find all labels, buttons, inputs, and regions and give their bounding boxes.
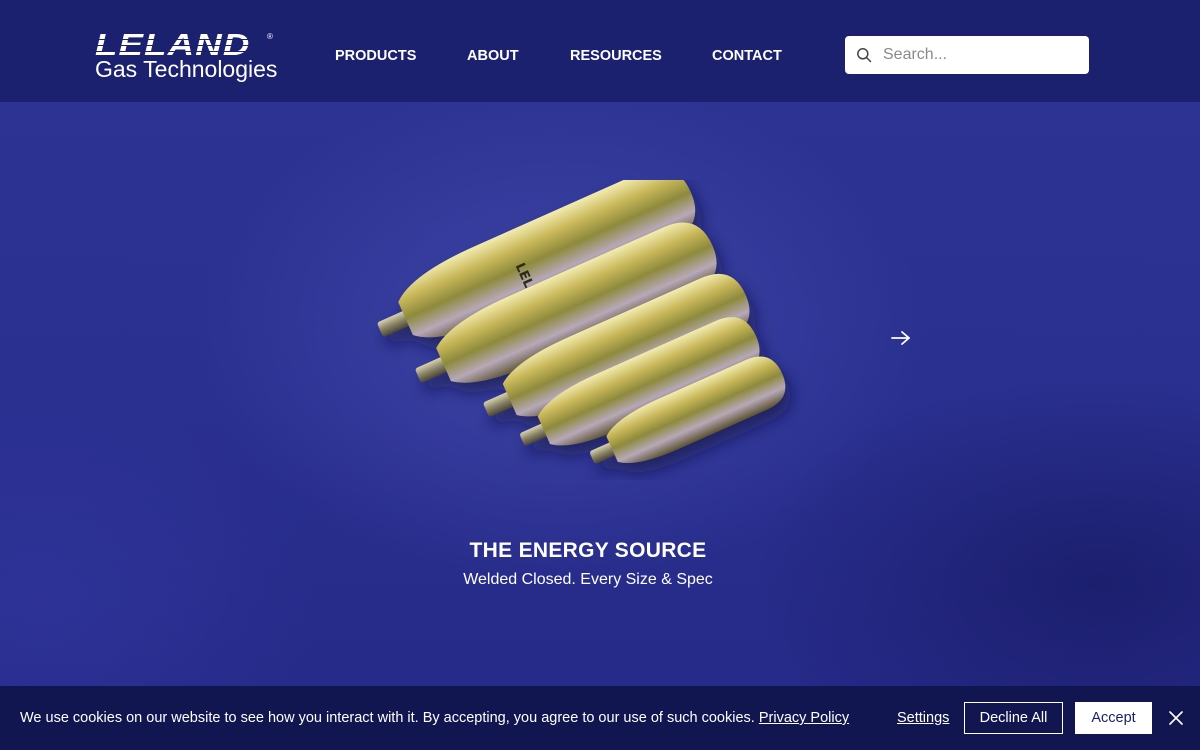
logo-tagline: Gas Technologies — [95, 56, 278, 82]
cookie-settings-link[interactable]: Settings — [897, 710, 949, 726]
nav-contact[interactable]: CONTACT — [712, 48, 782, 64]
cookie-banner: We use cookies on our website to see how… — [0, 686, 1200, 750]
accept-button[interactable]: Accept — [1075, 702, 1152, 734]
nav-resources[interactable]: RESOURCES — [570, 48, 662, 64]
search-icon[interactable] — [856, 47, 872, 63]
arrow-right-icon[interactable] — [889, 328, 913, 348]
cookie-message: We use cookies on our website to see how… — [20, 710, 849, 726]
search-input[interactable] — [883, 36, 1083, 74]
hero-section: LELAND THE ENERGY SOURCE Welded Clo — [0, 102, 1200, 686]
hero-subtitle: Welded Closed. Every Size & Spec — [463, 571, 713, 588]
decline-all-button[interactable]: Decline All — [964, 702, 1063, 734]
logo-registered-mark: ® — [267, 32, 273, 41]
leland-logo[interactable]: LELAND ® Gas Technologies — [95, 29, 285, 84]
nav-products[interactable]: PRODUCTS — [335, 48, 416, 64]
privacy-policy-link[interactable]: Privacy Policy — [759, 710, 849, 726]
nav-about[interactable]: ABOUT — [467, 48, 519, 64]
gas-cartridges-image: LELAND — [377, 180, 786, 464]
search-box — [845, 36, 1089, 74]
hero-title: THE ENERGY SOURCE — [469, 539, 707, 562]
site-header: LELAND ® Gas Technologies PRODUCTS ABOUT… — [0, 0, 1200, 102]
close-icon[interactable] — [1168, 710, 1184, 726]
cookie-text: We use cookies on our website to see how… — [20, 710, 755, 726]
